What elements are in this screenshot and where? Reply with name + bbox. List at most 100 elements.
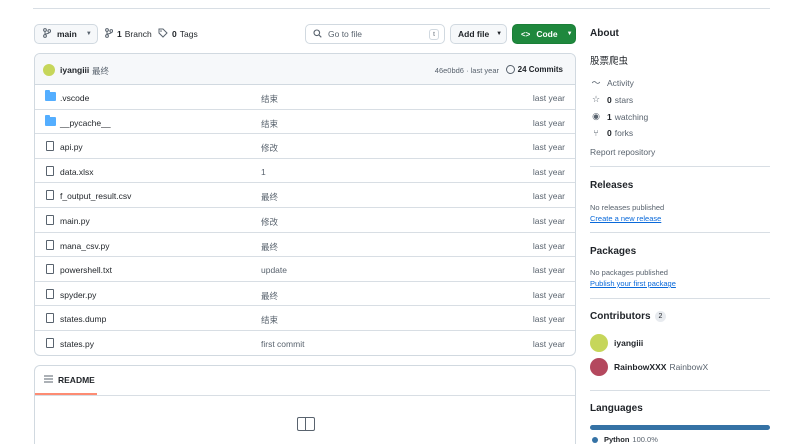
file-table: iyangiii 最终 46e0bd6 · last year 24 Commi… (34, 53, 576, 356)
star-icon: ☆ (591, 94, 601, 104)
file-row[interactable]: mana_csv.py 最终 last year (35, 233, 575, 258)
tags-link[interactable]: 0 Tags (158, 24, 198, 44)
file-row[interactable]: data.xlsx 1 last year (35, 159, 575, 184)
file-name-link[interactable]: mana_csv.py (60, 241, 109, 251)
add-file-button[interactable]: Add file ▼ (450, 24, 507, 44)
commit-message-link[interactable]: 最终 (92, 65, 109, 77)
file-commit-message-link[interactable]: 最终 (261, 241, 278, 253)
file-name-link[interactable]: .vscode (60, 93, 89, 103)
file-name-link[interactable]: spyder.py (60, 290, 96, 300)
contributor-item[interactable]: iyangiii (590, 334, 646, 352)
go-to-file-input[interactable]: Go to file t (305, 24, 445, 44)
file-name-link[interactable]: states.dump (60, 314, 106, 324)
file-name-link[interactable]: f_output_result.csv (60, 191, 131, 201)
branch-count: 1 (117, 29, 122, 39)
sidebar-divider (590, 390, 770, 391)
file-icon (46, 165, 54, 176)
file-commit-message-link[interactable]: 修改 (261, 216, 278, 228)
file-row[interactable]: powershell.txt update last year (35, 257, 575, 282)
file-commit-message-link[interactable]: update (261, 265, 287, 275)
tag-count: 0 (172, 29, 177, 39)
file-commit-date: last year (532, 215, 565, 226)
folder-icon (45, 114, 56, 126)
code-button[interactable]: <> Code ▼ (512, 24, 576, 44)
file-name-link[interactable]: powershell.txt (60, 265, 112, 275)
file-commit-message-link[interactable]: 结束 (261, 314, 278, 326)
avatar (590, 358, 608, 376)
releases-heading[interactable]: Releases (590, 180, 633, 191)
chevron-down-icon: ▼ (496, 31, 503, 37)
file-row[interactable]: f_output_result.csv 最终 last year (35, 183, 575, 208)
watching-link[interactable]: ◉ 1 watching (590, 111, 648, 122)
repo-toolbar: main ▼ 1 Branch 0 Tags Go to file t Add … (34, 24, 576, 44)
file-row[interactable]: spyder.py 最终 last year (35, 282, 575, 307)
file-name-link[interactable]: data.xlsx (60, 167, 94, 177)
forks-label: forks (614, 128, 634, 138)
file-commit-message-link[interactable]: 结束 (261, 93, 278, 105)
commit-hash-link[interactable]: 46e0bd6 · last year (435, 66, 499, 75)
readme-tab[interactable]: README (44, 375, 95, 385)
file-icon (46, 313, 54, 324)
no-packages-text: No packages published (590, 268, 668, 277)
sidebar-divider (590, 166, 770, 167)
stars-count: 0 (607, 94, 612, 105)
language-bar (590, 425, 770, 430)
file-commit-message-link[interactable]: first commit (261, 339, 304, 349)
forks-count: 0 (607, 128, 612, 138)
file-name-link[interactable]: api.py (60, 142, 83, 152)
file-row[interactable]: __pycache__ 结束 last year (35, 110, 575, 135)
branch-icon (105, 28, 114, 40)
commits-count: 24 Commits (517, 65, 563, 74)
list-icon (44, 375, 53, 385)
activity-link[interactable]: 〜 Activity (590, 76, 634, 89)
file-row[interactable]: .vscode 结束 last year (35, 85, 575, 110)
contributors-heading[interactable]: Contributors 2 (590, 311, 667, 322)
packages-heading[interactable]: Packages (590, 246, 636, 257)
file-commit-message-link[interactable]: 最终 (261, 191, 278, 203)
report-repository-link[interactable]: Report repository (590, 147, 655, 157)
file-commit-message-link[interactable]: 1 (261, 167, 266, 177)
stars-label: stars (614, 94, 634, 105)
file-commit-message-link[interactable]: 最终 (261, 290, 278, 302)
stars-link[interactable]: ☆ 0 stars (590, 94, 633, 105)
branch-label: Branch (124, 29, 152, 39)
file-commit-date: last year (532, 289, 565, 300)
chevron-down-icon: ▼ (566, 31, 573, 37)
language-item[interactable]: Python 100.0% (592, 435, 658, 444)
file-icon (46, 337, 54, 348)
search-icon (313, 28, 322, 40)
activity-label: Activity (607, 77, 634, 88)
file-row[interactable]: main.py 修改 last year (35, 208, 575, 233)
language-name: Python (604, 435, 630, 444)
fork-icon: ⑂ (593, 128, 599, 138)
branch-icon (43, 28, 52, 40)
commit-author-link[interactable]: iyangiii (60, 65, 89, 75)
file-commit-message-link[interactable]: 修改 (261, 142, 278, 154)
file-row[interactable]: states.dump 结束 last year (35, 306, 575, 331)
branches-link[interactable]: 1 Branch (105, 24, 152, 44)
create-release-link[interactable]: Create a new release (590, 214, 661, 223)
readme-divider (35, 395, 575, 396)
branch-selector-button[interactable]: main ▼ (34, 24, 98, 44)
language-percent: 100.0% (632, 435, 658, 444)
contributor-item[interactable]: RainbowXXX RainbowX (590, 358, 708, 376)
languages-heading: Languages (590, 403, 643, 414)
file-commit-message-link[interactable]: 结束 (261, 118, 278, 130)
language-color-dot (592, 436, 598, 443)
forks-link[interactable]: ⑂ 0 forks (590, 128, 633, 138)
file-row[interactable]: states.py first commit last year (35, 331, 575, 355)
file-name-link[interactable]: states.py (60, 339, 94, 349)
file-commit-date: last year (532, 142, 565, 153)
repo-description: 股票爬虫 (590, 56, 629, 67)
file-row[interactable]: api.py 修改 last year (35, 134, 575, 159)
commits-link[interactable]: 24 Commits (505, 65, 563, 74)
file-name-link[interactable]: __pycache__ (60, 118, 111, 128)
file-name-link[interactable]: main.py (60, 216, 90, 226)
history-icon (505, 65, 515, 74)
readme-panel: README (34, 365, 576, 444)
file-commit-date: last year (532, 314, 565, 325)
publish-package-link[interactable]: Publish your first package (590, 279, 676, 288)
avatar (590, 334, 608, 352)
folder-icon (45, 90, 56, 101)
avatar[interactable] (43, 64, 55, 76)
